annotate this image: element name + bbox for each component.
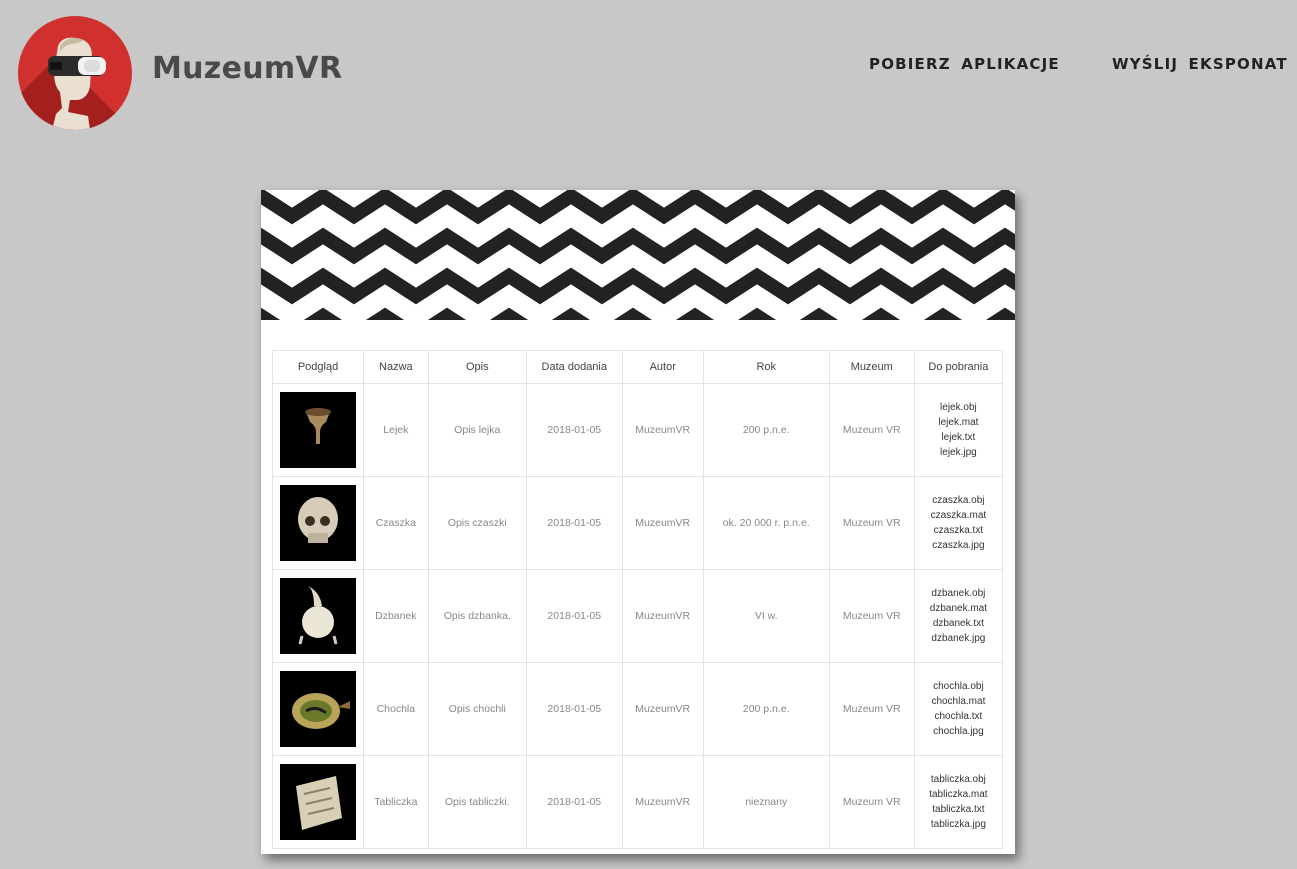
column-header: Autor [621, 350, 704, 384]
column-header: Data dodania [525, 350, 623, 384]
column-header: Nazwa [363, 350, 429, 384]
download-link[interactable]: czaszka.obj [916, 493, 1001, 508]
preview-cell [272, 662, 364, 756]
exhibit-thumbnail[interactable] [280, 485, 356, 561]
cell-date: 2018-01-05 [525, 755, 623, 849]
downloads-cell: dzbanek.obj dzbanek.mat dzbanek.txt dzbanek… [913, 569, 1004, 663]
cell-museum: Muzeum VR [828, 662, 915, 756]
cell-date: 2018-01-05 [525, 476, 623, 570]
exhibit-thumbnail[interactable] [280, 392, 356, 468]
cell-author: MuzeumVR [621, 476, 704, 570]
cell-name: Chochla [363, 662, 429, 756]
downloads-cell: lejek.obj lejek.mat lejek.txt lejek.jpg [913, 383, 1004, 477]
cell-author: MuzeumVR [621, 569, 704, 663]
preview-cell [272, 755, 364, 849]
download-link[interactable]: lejek.obj [916, 400, 1001, 415]
cell-author: MuzeumVR [621, 662, 704, 756]
column-header: Opis [427, 350, 527, 384]
exhibit-thumbnail[interactable] [280, 764, 356, 840]
table-row: Tabliczka Opis tabliczki. 2018-01-05 Muzeum… [272, 755, 1004, 849]
cell-museum: Muzeum VR [828, 476, 915, 570]
downloads-cell: chochla.obj chochla.mat chochla.txt chochla… [913, 662, 1004, 756]
nav-send-exhibit-link[interactable]: WYŚLIJ EKSPONAT [1112, 55, 1288, 73]
column-header: Do pobrania [913, 350, 1004, 384]
cell-desc: Opis dzbanka. [427, 569, 527, 663]
exhibit-thumbnail[interactable] [280, 671, 356, 747]
table-row: Czaszka Opis czaszki 2018-01-05 MuzeumVR ok.… [272, 476, 1004, 570]
download-link[interactable]: dzbanek.mat [916, 601, 1001, 616]
cell-year: VI w. [702, 569, 830, 663]
logo[interactable]: MuzeumVR [18, 16, 342, 130]
download-link[interactable]: chochla.mat [916, 694, 1001, 709]
download-link[interactable]: dzbanek.obj [916, 586, 1001, 601]
brand-name[interactable]: MuzeumVR [152, 51, 342, 86]
column-header: Muzeum [828, 350, 915, 384]
download-link[interactable]: chochla.txt [916, 709, 1001, 724]
cell-name: Czaszka [363, 476, 429, 570]
download-link[interactable]: czaszka.jpg [916, 538, 1001, 553]
nav-download-app[interactable]: POBIERZ APLIKACJE [869, 55, 1060, 73]
download-link[interactable]: czaszka.mat [916, 508, 1001, 523]
table-row: Dzbanek Opis dzbanka. 2018-01-05 MuzeumVR VI… [272, 569, 1004, 663]
nav-download-app-link[interactable]: POBIERZ APLIKACJE [869, 55, 1060, 73]
download-link[interactable]: tabliczka.txt [916, 802, 1001, 817]
download-link[interactable]: tabliczka.obj [916, 772, 1001, 787]
exhibits-card: Podgląd Nazwa Opis Data dodania Autor Rok Muze… [261, 190, 1015, 854]
cell-year: 200 p.n.e. [702, 383, 830, 477]
exhibit-thumbnail[interactable] [280, 578, 356, 654]
cell-author: MuzeumVR [621, 755, 704, 849]
preview-cell [272, 476, 364, 570]
cell-name: Dzbanek [363, 569, 429, 663]
download-link[interactable]: chochla.obj [916, 679, 1001, 694]
cell-desc: Opis czaszki [427, 476, 527, 570]
cell-name: Tabliczka [363, 755, 429, 849]
preview-cell [272, 569, 364, 663]
download-link[interactable]: tabliczka.jpg [916, 817, 1001, 832]
downloads-cell: tabliczka.obj tabliczka.mat tabliczka.txt t… [913, 755, 1004, 849]
cell-museum: Muzeum VR [828, 755, 915, 849]
download-link[interactable]: lejek.jpg [916, 445, 1001, 460]
cell-date: 2018-01-05 [525, 569, 623, 663]
preview-cell [272, 383, 364, 477]
table-row: Lejek Opis lejka 2018-01-05 MuzeumVR 200 p.n… [272, 383, 1004, 477]
table-header-row: Podgląd Nazwa Opis Data dodania Autor Rok Muze… [272, 350, 1004, 384]
column-header: Podgląd [272, 350, 364, 384]
cell-desc: Opis chochli [427, 662, 527, 756]
download-link[interactable]: tabliczka.mat [916, 787, 1001, 802]
cell-desc: Opis lejka [427, 383, 527, 477]
download-link[interactable]: dzbanek.jpg [916, 631, 1001, 646]
chevron-pattern-banner [261, 190, 1015, 320]
table-row: Chochla Opis chochli 2018-01-05 MuzeumVR 200… [272, 662, 1004, 756]
cell-museum: Muzeum VR [828, 569, 915, 663]
download-link[interactable]: lejek.txt [916, 430, 1001, 445]
cell-name: Lejek [363, 383, 429, 477]
download-link[interactable]: lejek.mat [916, 415, 1001, 430]
vr-bust-logo-icon [18, 16, 132, 130]
cell-year: nieznany [702, 755, 830, 849]
download-link[interactable]: chochla.jpg [916, 724, 1001, 739]
column-header: Rok [702, 350, 830, 384]
exhibits-table: Podgląd Nazwa Opis Data dodania Autor Rok Muze… [272, 350, 1004, 849]
cell-museum: Muzeum VR [828, 383, 915, 477]
cell-date: 2018-01-05 [525, 383, 623, 477]
cell-year: 200 p.n.e. [702, 662, 830, 756]
cell-date: 2018-01-05 [525, 662, 623, 756]
cell-author: MuzeumVR [621, 383, 704, 477]
cell-year: ok. 20 000 r. p.n.e. [702, 476, 830, 570]
download-link[interactable]: dzbanek.txt [916, 616, 1001, 631]
cell-desc: Opis tabliczki. [427, 755, 527, 849]
downloads-cell: czaszka.obj czaszka.mat czaszka.txt czaszka… [913, 476, 1004, 570]
nav-send-exhibit[interactable]: WYŚLIJ EKSPONAT [1112, 55, 1288, 73]
download-link[interactable]: czaszka.txt [916, 523, 1001, 538]
